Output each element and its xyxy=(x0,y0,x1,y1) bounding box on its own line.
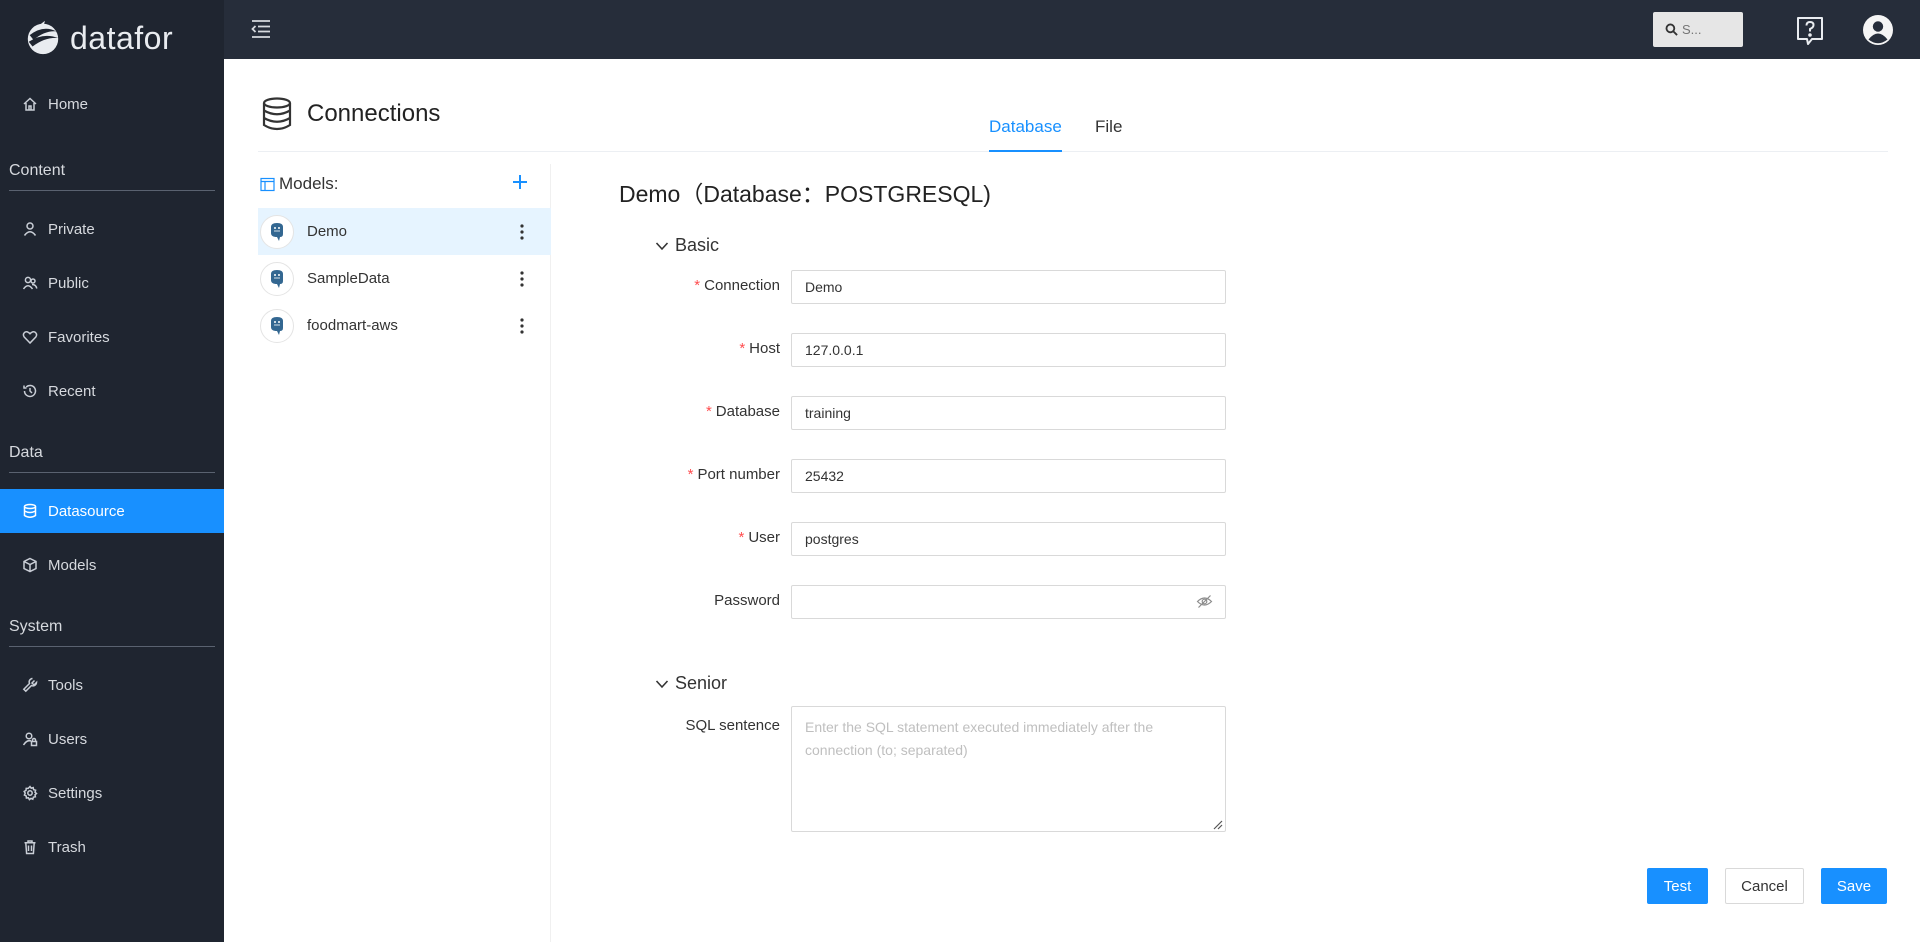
chevron-down-icon xyxy=(655,679,669,688)
section-basic[interactable]: Basic xyxy=(655,235,719,256)
sidebar-section-system: System xyxy=(9,618,215,647)
sql-sentence-label: SQL sentence xyxy=(685,717,780,734)
sidebar-item-home[interactable]: Home xyxy=(0,82,224,126)
model-name: foodmart-aws xyxy=(307,317,398,334)
user-avatar-icon[interactable] xyxy=(1863,15,1893,45)
sidebar-item-label: Home xyxy=(48,95,89,113)
history-icon xyxy=(23,384,37,398)
eye-invisible-icon[interactable] xyxy=(1196,593,1213,610)
required-mark: * xyxy=(739,340,746,357)
test-button[interactable]: Test xyxy=(1647,868,1708,904)
top-bar xyxy=(224,0,1920,59)
user-label: * User xyxy=(738,529,780,546)
host-field[interactable] xyxy=(791,333,1226,367)
sidebar-item-label: Public xyxy=(48,274,89,292)
search-icon xyxy=(1665,23,1678,36)
menu-collapse-icon[interactable] xyxy=(250,18,272,40)
postgresql-icon xyxy=(260,261,294,296)
help-icon[interactable] xyxy=(1794,15,1826,47)
more-options-icon[interactable] xyxy=(514,222,530,242)
connection-label: * Connection xyxy=(694,277,780,294)
models-panel: Models: Demo SampleData foodmart-aws xyxy=(258,164,551,942)
chevron-down-icon xyxy=(655,241,669,250)
password-label: Password xyxy=(714,592,780,609)
trash-icon xyxy=(24,840,36,855)
logo-text: datafor xyxy=(70,19,174,56)
models-header: Models: xyxy=(260,174,339,194)
sidebar-item-favorites[interactable]: Favorites xyxy=(0,315,224,359)
form-title: Demo（Database：POSTGRESQL) xyxy=(619,181,991,207)
required-mark: * xyxy=(705,403,712,420)
sidebar-item-settings[interactable]: Settings xyxy=(0,771,224,815)
model-name: Demo xyxy=(307,223,348,240)
add-model-icon[interactable] xyxy=(510,172,530,192)
models-header-label: Models: xyxy=(279,174,339,193)
tab-file[interactable]: File xyxy=(1095,117,1122,151)
required-mark: * xyxy=(687,466,694,483)
model-item-sampledata[interactable]: SampleData xyxy=(258,255,551,302)
table-layout-icon xyxy=(260,177,275,191)
password-field[interactable] xyxy=(791,585,1226,619)
database-field[interactable] xyxy=(791,396,1226,430)
user-icon xyxy=(23,222,37,236)
postgresql-icon xyxy=(260,308,294,343)
connection-field[interactable] xyxy=(791,270,1226,304)
cube-icon xyxy=(23,557,37,573)
postgresql-icon xyxy=(260,214,294,249)
model-name: SampleData xyxy=(307,270,390,287)
search-input[interactable] xyxy=(1682,22,1738,37)
port-field[interactable] xyxy=(791,459,1226,493)
datafor-logo-icon xyxy=(27,20,59,55)
section-senior-label: Senior xyxy=(675,673,728,693)
sidebar-item-label: Recent xyxy=(48,382,96,400)
resize-handle-icon[interactable] xyxy=(1211,818,1223,830)
sidebar-section-data: Data xyxy=(9,444,215,473)
sidebar-item-private[interactable]: Private xyxy=(0,207,224,251)
database-icon xyxy=(23,503,37,518)
sidebar-item-tools[interactable]: Tools xyxy=(0,663,224,707)
section-basic-label: Basic xyxy=(675,235,720,255)
save-button[interactable]: Save xyxy=(1821,868,1887,904)
sidebar-item-datasource[interactable]: Datasource xyxy=(0,489,224,533)
required-mark: * xyxy=(738,529,745,546)
search-box[interactable] xyxy=(1653,12,1743,47)
sidebar-item-label: Favorites xyxy=(48,328,110,346)
sidebar-item-public[interactable]: Public xyxy=(0,261,224,305)
tab-bar: Database File xyxy=(258,111,1888,152)
sidebar-item-label: Trash xyxy=(48,838,86,856)
required-mark: * xyxy=(694,277,701,294)
sidebar: datafor Home Content Private Public Favo… xyxy=(0,0,224,942)
sidebar-item-users[interactable]: Users xyxy=(0,717,224,761)
sidebar-item-label: Models xyxy=(48,556,97,574)
sidebar-item-label: Tools xyxy=(48,676,84,694)
more-options-icon[interactable] xyxy=(514,316,530,336)
sidebar-item-recent[interactable]: Recent xyxy=(0,369,224,413)
sidebar-item-models[interactable]: Models xyxy=(0,543,224,587)
cancel-button[interactable]: Cancel xyxy=(1725,868,1804,904)
sidebar-item-label: Settings xyxy=(48,784,103,802)
model-item-demo[interactable]: Demo xyxy=(258,208,551,255)
sidebar-item-label: Private xyxy=(48,220,95,238)
port-label: * Port number xyxy=(687,466,780,483)
sidebar-item-label: Users xyxy=(48,730,88,748)
users-icon xyxy=(22,276,38,290)
tab-database[interactable]: Database xyxy=(989,117,1062,152)
user-lock-icon xyxy=(22,732,38,747)
more-options-icon[interactable] xyxy=(514,269,530,289)
sidebar-section-content: Content xyxy=(9,162,215,191)
home-icon xyxy=(23,97,37,111)
user-field[interactable] xyxy=(791,522,1226,556)
host-label: * Host xyxy=(739,340,780,357)
model-item-foodmart-aws[interactable]: foodmart-aws xyxy=(258,302,551,349)
heart-icon xyxy=(22,331,38,345)
wrench-icon xyxy=(22,677,38,693)
sidebar-item-trash[interactable]: Trash xyxy=(0,825,224,869)
logo[interactable]: datafor xyxy=(24,18,173,58)
sidebar-item-label: Datasource xyxy=(48,502,125,520)
gear-icon xyxy=(23,785,38,801)
sql-sentence-field[interactable] xyxy=(791,706,1226,832)
database-label: * Database xyxy=(705,403,780,420)
section-senior[interactable]: Senior xyxy=(655,673,727,694)
